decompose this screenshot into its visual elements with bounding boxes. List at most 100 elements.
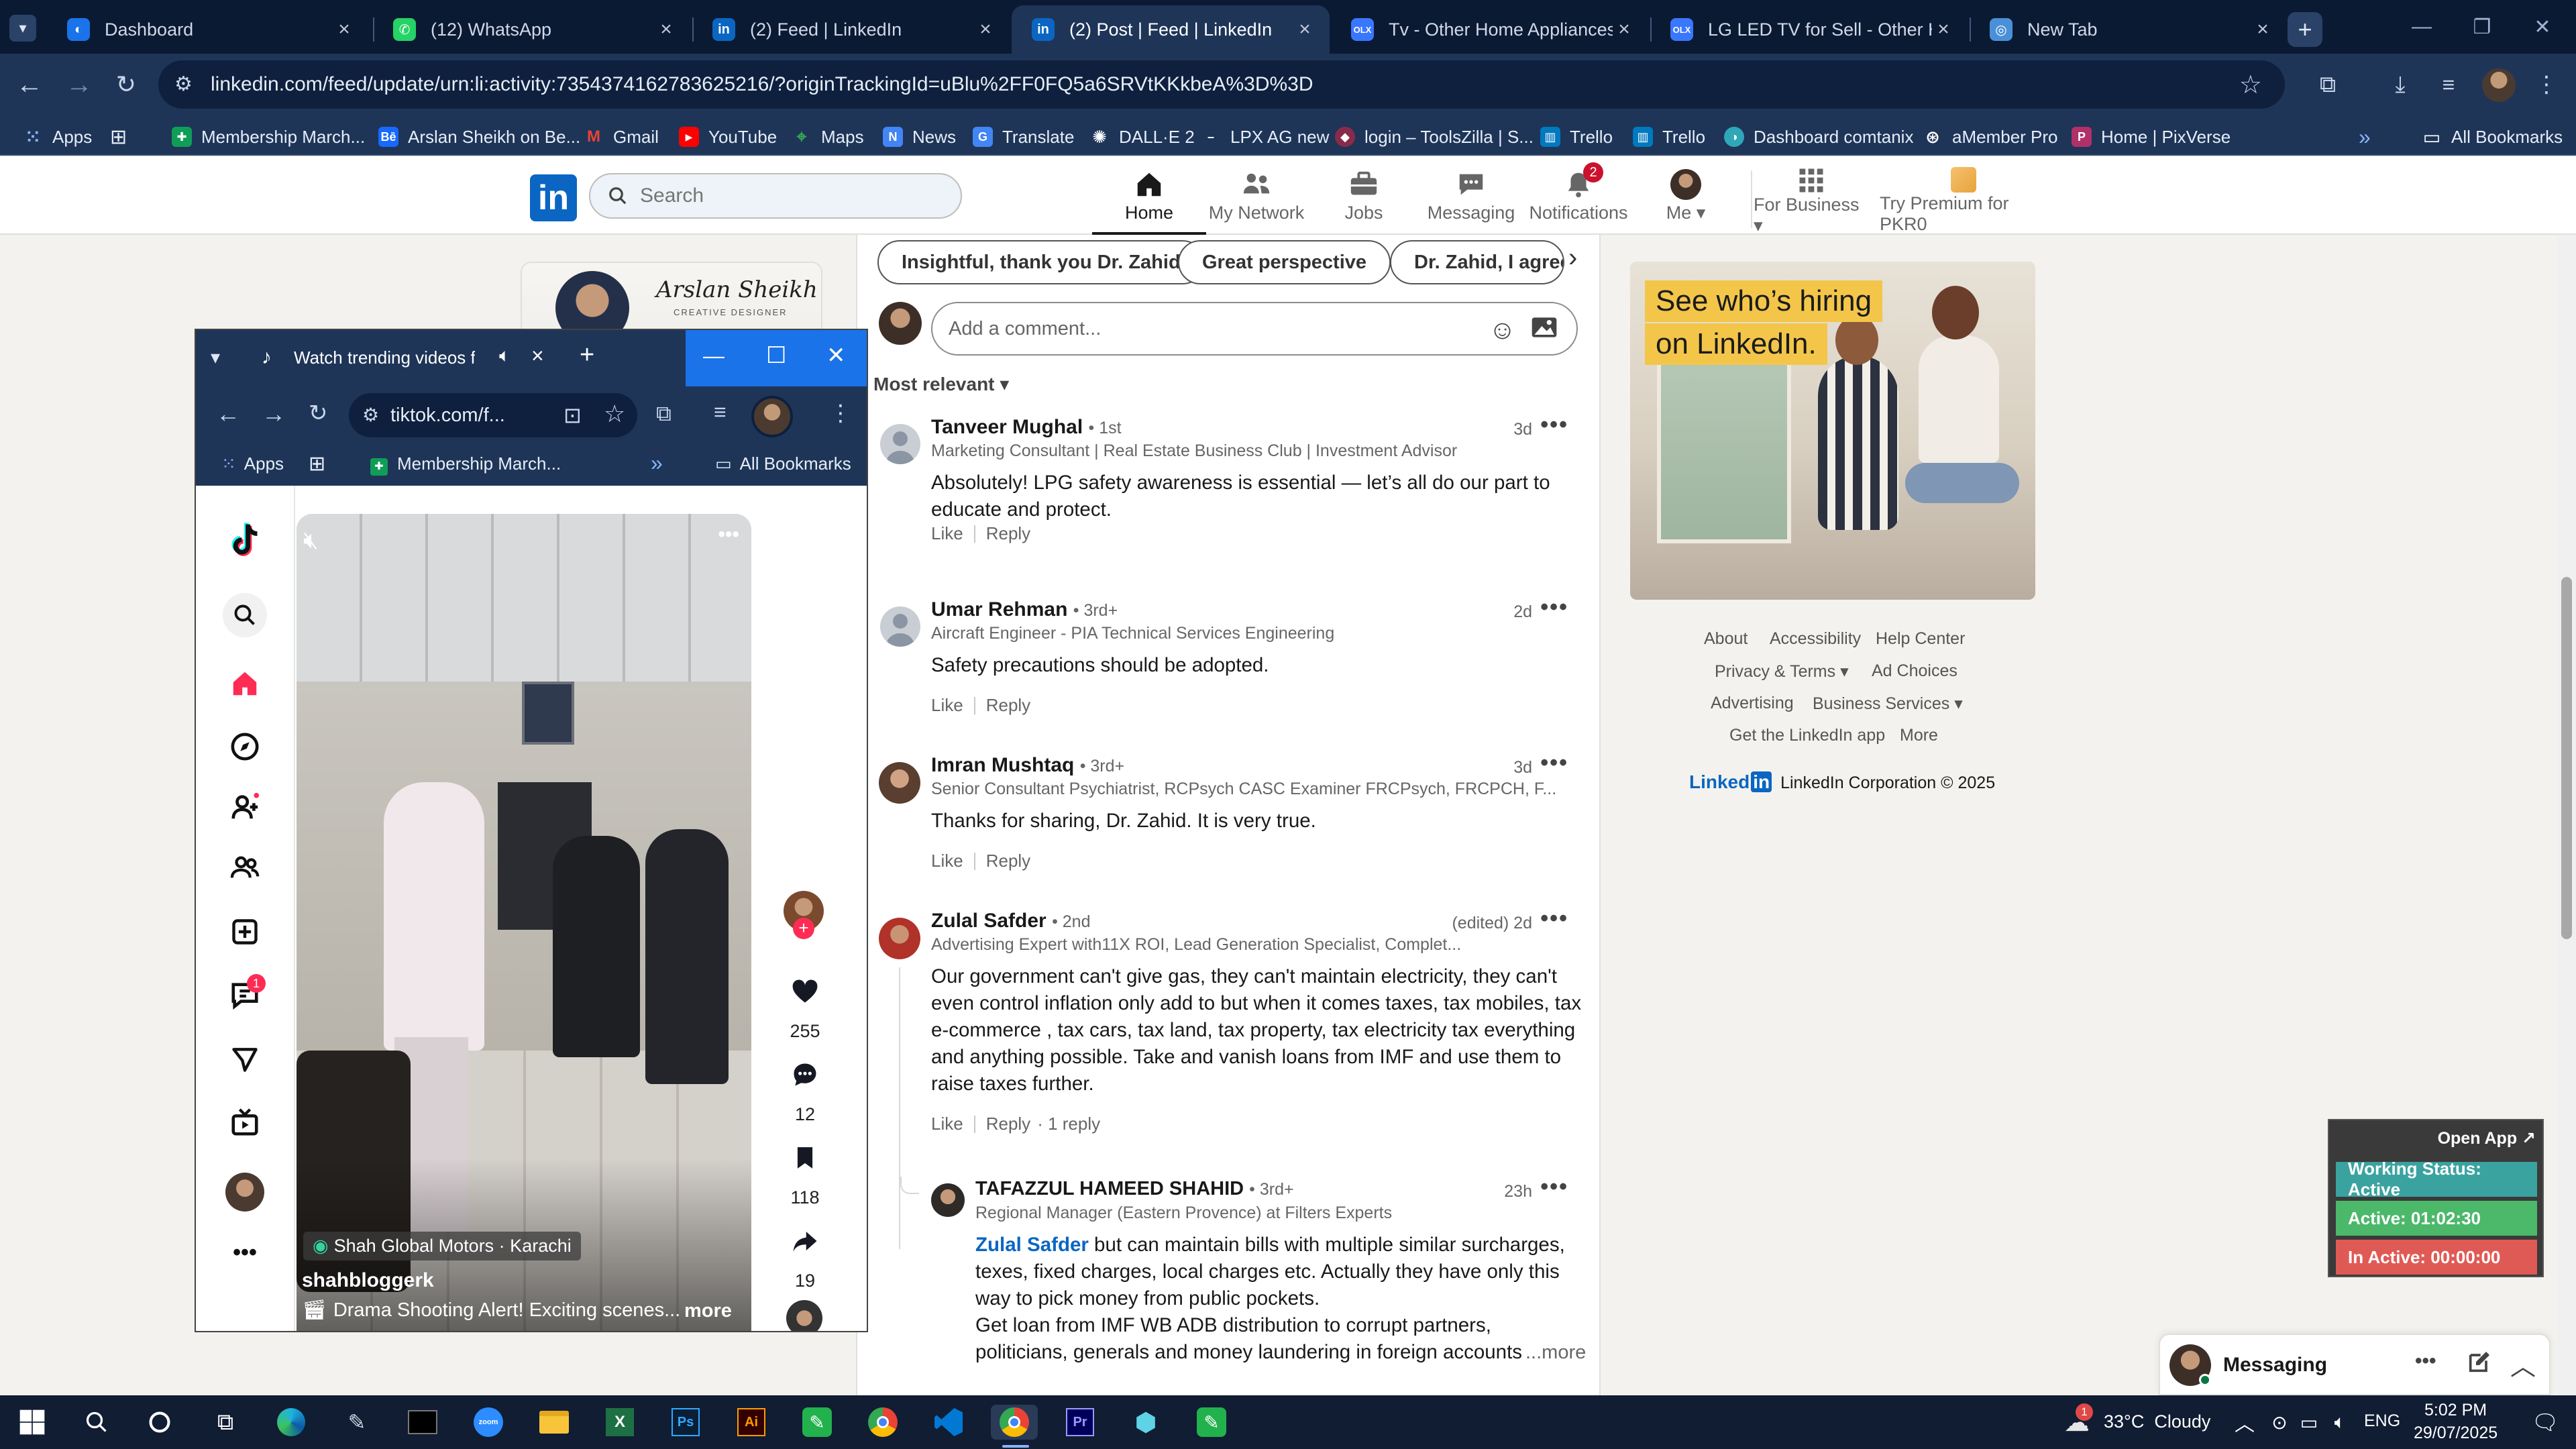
like-button[interactable]: Like [931,523,963,544]
pen-tool-icon[interactable]: ✎ [339,1405,374,1440]
caption-more-link[interactable]: more [684,1300,732,1322]
tiktok-popup-window[interactable]: ▾ ♪ Watch trending videos for y 🔈︎ × + —… [195,329,868,1332]
restore-window-button[interactable]: ❐ [2449,0,2516,54]
open-app-button[interactable]: Open App ↗ [2438,1128,2536,1148]
bookmark-gmail[interactable]: M Gmail [584,125,659,149]
clock-date[interactable]: 29/07/2025 [2414,1424,2498,1443]
cube-app-icon[interactable]: ⬢ [1128,1405,1163,1440]
site-info-icon[interactable]: ⚙ [362,404,379,426]
nav-my-network[interactable]: My Network [1199,166,1313,235]
comment-bubble-icon[interactable] [784,1053,826,1096]
tab-whatsapp[interactable]: ✆ (12) WhatsApp × [373,5,691,54]
page-scrollbar[interactable] [2557,235,2576,1395]
nav-jobs[interactable]: Jobs [1307,166,1421,235]
popup-title-bar[interactable]: ▾ ♪ Watch trending videos for y 🔈︎ × + —… [196,330,867,386]
back-icon[interactable]: ← [216,400,240,428]
nav-notifications[interactable]: 2 Notifications [1521,162,1635,235]
browser-menu-icon[interactable]: ⋮ [829,400,852,427]
volume-icon[interactable]: 🔈︎ [2322,1405,2357,1440]
browser-menu-icon[interactable]: ⋮ [2529,67,2564,102]
location-tag[interactable]: ◉ Shah Global Motors · Karachi [303,1232,581,1260]
footer-business-services[interactable]: Business Services ▾ [1813,694,1963,714]
minimize-icon[interactable]: — [703,343,724,368]
bookmarks-overflow-icon[interactable]: » [651,451,663,476]
more-options-icon[interactable]: ••• [1540,1174,1568,1200]
share-arrow-icon[interactable] [784,1220,826,1263]
new-tab-button[interactable]: + [2288,12,2322,47]
chevron-up-icon[interactable]: ︿ [2510,1346,2536,1383]
more-options-icon[interactable]: ••• [2415,1350,2436,1373]
like-button[interactable]: Like [931,1114,963,1134]
live-tv-icon[interactable] [223,1100,267,1144]
hiring-ad[interactable]: See who’s hiring on LinkedIn. [1630,262,2035,600]
bookmark-comtanix[interactable]: ◑ Dashboard comtanix [1724,125,1913,149]
activity-send-icon[interactable] [223,1037,267,1081]
network-icon[interactable]: ▭ [2292,1405,2326,1440]
bookmark-lpx[interactable]: – LPX AG new [1201,125,1329,149]
bookmark-apps[interactable]: ⁙ Apps [23,125,92,149]
sort-dropdown[interactable]: Most relevant ▾ [873,373,1009,395]
suggested-reply-chip[interactable]: Great perspective [1178,240,1391,284]
language-indicator[interactable]: ENG [2364,1411,2400,1431]
linkedin-logo[interactable]: in [530,174,577,221]
tab-new-tab[interactable]: ◎ New Tab × [1970,5,2288,54]
edge-browser-icon[interactable] [274,1405,309,1440]
green-app-2-icon[interactable]: ✎ [1194,1405,1229,1440]
chips-next-icon[interactable]: › [1568,243,1577,273]
forward-icon[interactable]: → [62,67,97,102]
zoom-icon[interactable]: zoom [471,1405,506,1440]
more-options-icon[interactable]: ••• [1540,750,1568,776]
bookmark-amember[interactable]: ⊛ aMember Pro [1923,125,2057,149]
close-icon[interactable]: × [1932,18,1955,41]
bookmark-behance[interactable]: Bē Arslan Sheikh on Be... [378,125,580,149]
home-icon[interactable] [223,661,267,706]
search-icon[interactable] [79,1405,114,1440]
address-bar[interactable]: ⚙ linkedin.com/feed/update/urn:li:activi… [158,60,2285,109]
commenter-name[interactable]: Imran Mushtaq • 3rd+ [931,754,1124,777]
close-icon[interactable]: × [333,18,356,41]
scrollbar-thumb[interactable] [2561,577,2572,939]
bookmark-youtube[interactable]: ▶ YouTube [679,125,777,149]
footer-advertising[interactable]: Advertising [1711,694,1794,713]
reload-icon[interactable]: ↻ [309,400,328,427]
back-icon[interactable]: ← [12,67,47,102]
search-box[interactable] [589,173,962,219]
footer-get-app[interactable]: Get the LinkedIn app [1729,726,1885,745]
cortana-icon[interactable] [142,1405,177,1440]
downloads-icon[interactable]: ⤓ [2383,67,2418,102]
reply-button[interactable]: Reply [986,851,1030,871]
close-icon[interactable]: × [531,343,544,368]
nav-for-business[interactable]: For Business ▾ [1754,166,1869,235]
vscode-icon[interactable] [931,1405,966,1440]
extensions-icon[interactable]: ⧉ [2310,67,2345,102]
like-heart-icon[interactable] [784,970,826,1013]
task-view-icon[interactable]: ⧉ [208,1405,243,1440]
footer-more[interactable]: More [1900,726,1938,745]
bookmark-trello-1[interactable]: ▥ Trello [1540,125,1613,149]
suggested-reply-chip[interactable]: Dr. Zahid, I agree [1390,240,1564,284]
footer-accessibility[interactable]: Accessibility [1770,629,1861,649]
bookmark-translate[interactable]: G Translate [973,125,1074,149]
nav-me[interactable]: Me ▾ [1629,166,1743,235]
messages-icon[interactable]: 1 [223,973,267,1017]
compose-icon[interactable] [2466,1348,2493,1375]
minimize-window-button[interactable]: — [2388,0,2455,54]
chrome-active-icon[interactable] [991,1405,1038,1440]
bookmark-pixverse[interactable]: P Home | PixVerse [2072,125,2231,149]
follow-plus-icon[interactable]: + [793,918,814,939]
tab-olx-tv[interactable]: OLX Tv - Other Home Appliances fo × [1331,5,1649,54]
nav-home[interactable]: Home [1092,166,1206,235]
friends-icon[interactable] [223,845,267,890]
more-options-icon[interactable]: ••• [1540,906,1568,932]
chevron-down-icon[interactable]: ▾ [211,346,220,368]
tab-linkedin-post[interactable]: in (2) Post | Feed | LinkedIn × [1012,5,1330,54]
close-icon[interactable]: × [1613,18,1635,41]
avatar[interactable] [223,1170,267,1214]
more-options-icon[interactable]: ••• [1540,412,1568,438]
media-controls-icon[interactable]: ≡ [714,400,727,425]
bookmark-star-icon[interactable]: ☆ [604,400,625,428]
search-icon[interactable] [223,593,267,637]
close-icon[interactable]: × [2251,18,2274,41]
extensions-icon[interactable]: ⧉ [656,401,672,427]
nav-premium[interactable]: Try Premium for PKR0 [1880,166,2047,235]
